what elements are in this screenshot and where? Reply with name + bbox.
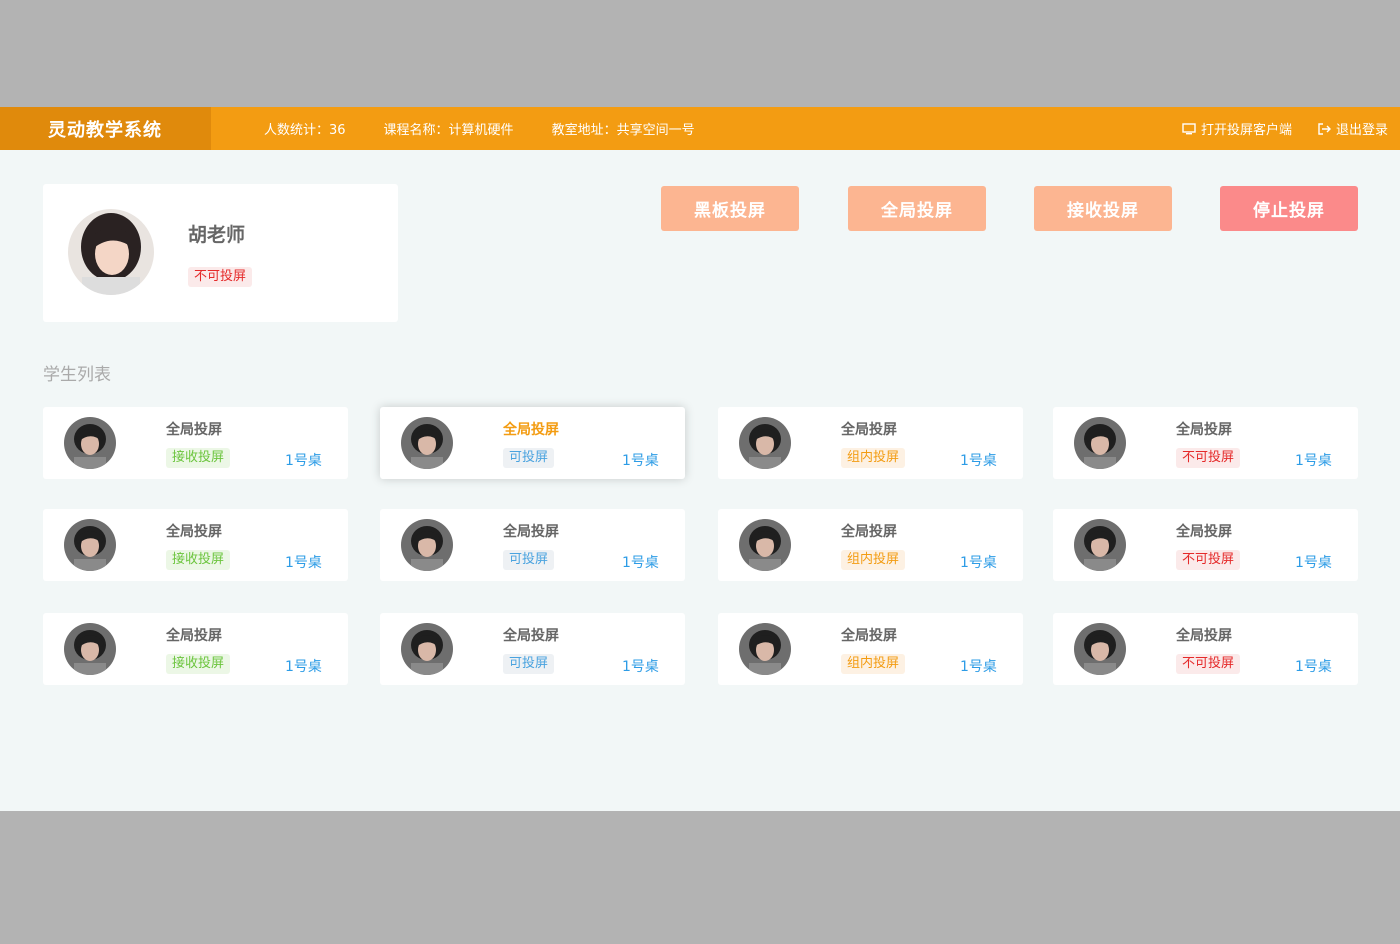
global-cast-button[interactable]: 全局投屏: [848, 186, 986, 231]
student-cast-mode: 全局投屏: [1176, 628, 1232, 644]
student-card[interactable]: 全局投屏接收投屏 1号桌: [43, 509, 348, 581]
student-status-badge: 接收投屏: [166, 654, 231, 674]
student-cast-mode: 全局投屏: [166, 524, 222, 540]
app-window: 灵动教学系统 人数统计：36 课程名称：计算机硬件 教室地址：共享空间一号 打开…: [0, 107, 1400, 811]
logout-icon: [1318, 122, 1331, 135]
student-avatar: [64, 623, 116, 675]
student-status-badge: 可投屏: [503, 448, 555, 468]
student-cast-mode: 全局投屏: [166, 422, 222, 438]
student-desk: 1号桌: [285, 659, 322, 675]
classroom-address: 教室地址：共享空间一号: [551, 123, 695, 138]
teacher-name: 胡老师: [188, 224, 246, 246]
teacher-status-badge: 不可投屏: [188, 267, 253, 287]
student-cast-mode: 全局投屏: [166, 628, 222, 644]
teacher-avatar: [68, 209, 154, 295]
student-status-badge: 不可投屏: [1176, 654, 1241, 674]
open-client-button[interactable]: 打开投屏客户端: [1182, 119, 1292, 138]
top-bar: 灵动教学系统 人数统计：36 课程名称：计算机硬件 教室地址：共享空间一号 打开…: [0, 107, 1400, 150]
student-desk: 1号桌: [1295, 453, 1332, 469]
student-card[interactable]: 全局投屏组内投屏 1号桌: [718, 509, 1023, 581]
student-status-badge: 接收投屏: [166, 550, 231, 570]
student-desk: 1号桌: [1295, 659, 1332, 675]
student-status-badge: 不可投屏: [1176, 550, 1241, 570]
student-cast-mode: 全局投屏: [503, 628, 559, 644]
student-cast-mode: 全局投屏: [503, 524, 559, 540]
student-list-title: 学生列表: [43, 365, 111, 385]
student-card[interactable]: 全局投屏不可投屏 1号桌: [1053, 509, 1358, 581]
student-avatar: [739, 623, 791, 675]
open-client-label: 打开投屏客户端: [1200, 123, 1292, 138]
student-avatar: [64, 519, 116, 571]
student-cast-mode: 全局投屏: [1176, 524, 1232, 540]
student-cast-mode: 全局投屏: [503, 422, 559, 438]
student-avatar: [401, 519, 453, 571]
student-desk: 1号桌: [960, 453, 997, 469]
student-avatar: [739, 519, 791, 571]
student-desk: 1号桌: [622, 453, 659, 469]
receive-cast-button[interactable]: 接收投屏: [1034, 186, 1172, 231]
student-card[interactable]: 全局投屏不可投屏 1号桌: [1053, 613, 1358, 685]
student-count: 人数统计：36: [264, 123, 346, 138]
course-name: 课程名称：计算机硬件: [383, 123, 514, 138]
student-avatar: [401, 417, 453, 469]
student-cast-mode: 全局投屏: [841, 422, 897, 438]
student-cast-mode: 全局投屏: [841, 628, 897, 644]
student-desk: 1号桌: [622, 659, 659, 675]
logout-label: 退出登录: [1335, 123, 1388, 138]
student-card[interactable]: 全局投屏可投屏 1号桌: [380, 407, 685, 479]
student-desk: 1号桌: [285, 555, 322, 571]
student-card[interactable]: 全局投屏接收投屏 1号桌: [43, 613, 348, 685]
student-cast-mode: 全局投屏: [1176, 422, 1232, 438]
student-status-badge: 可投屏: [503, 654, 555, 674]
student-card[interactable]: 全局投屏组内投屏 1号桌: [718, 407, 1023, 479]
student-status-badge: 接收投屏: [166, 448, 231, 468]
monitor-icon: [1182, 122, 1196, 135]
teacher-card: 胡老师 不可投屏: [43, 184, 398, 322]
student-desk: 1号桌: [622, 555, 659, 571]
blackboard-cast-button[interactable]: 黑板投屏: [661, 186, 799, 231]
student-cast-mode: 全局投屏: [841, 524, 897, 540]
student-card[interactable]: 全局投屏可投屏 1号桌: [380, 509, 685, 581]
student-avatar: [739, 417, 791, 469]
student-avatar: [1074, 623, 1126, 675]
student-status-badge: 可投屏: [503, 550, 555, 570]
student-status-badge: 组内投屏: [841, 550, 906, 570]
student-desk: 1号桌: [285, 453, 322, 469]
top-actions: 打开投屏客户端 退出登录: [1156, 119, 1400, 138]
brand-logo: 灵动教学系统: [0, 107, 211, 150]
logout-button[interactable]: 退出登录: [1318, 119, 1388, 138]
student-status-badge: 组内投屏: [841, 654, 906, 674]
student-avatar: [64, 417, 116, 469]
student-desk: 1号桌: [960, 659, 997, 675]
student-card[interactable]: 全局投屏接收投屏 1号桌: [43, 407, 348, 479]
student-status-badge: 组内投屏: [841, 448, 906, 468]
student-avatar: [1074, 417, 1126, 469]
student-avatar: [401, 623, 453, 675]
stop-cast-button[interactable]: 停止投屏: [1220, 186, 1358, 231]
student-desk: 1号桌: [1295, 555, 1332, 571]
student-card[interactable]: 全局投屏组内投屏 1号桌: [718, 613, 1023, 685]
student-status-badge: 不可投屏: [1176, 448, 1241, 468]
student-card[interactable]: 全局投屏不可投屏 1号桌: [1053, 407, 1358, 479]
student-desk: 1号桌: [960, 555, 997, 571]
student-card[interactable]: 全局投屏可投屏 1号桌: [380, 613, 685, 685]
student-avatar: [1074, 519, 1126, 571]
